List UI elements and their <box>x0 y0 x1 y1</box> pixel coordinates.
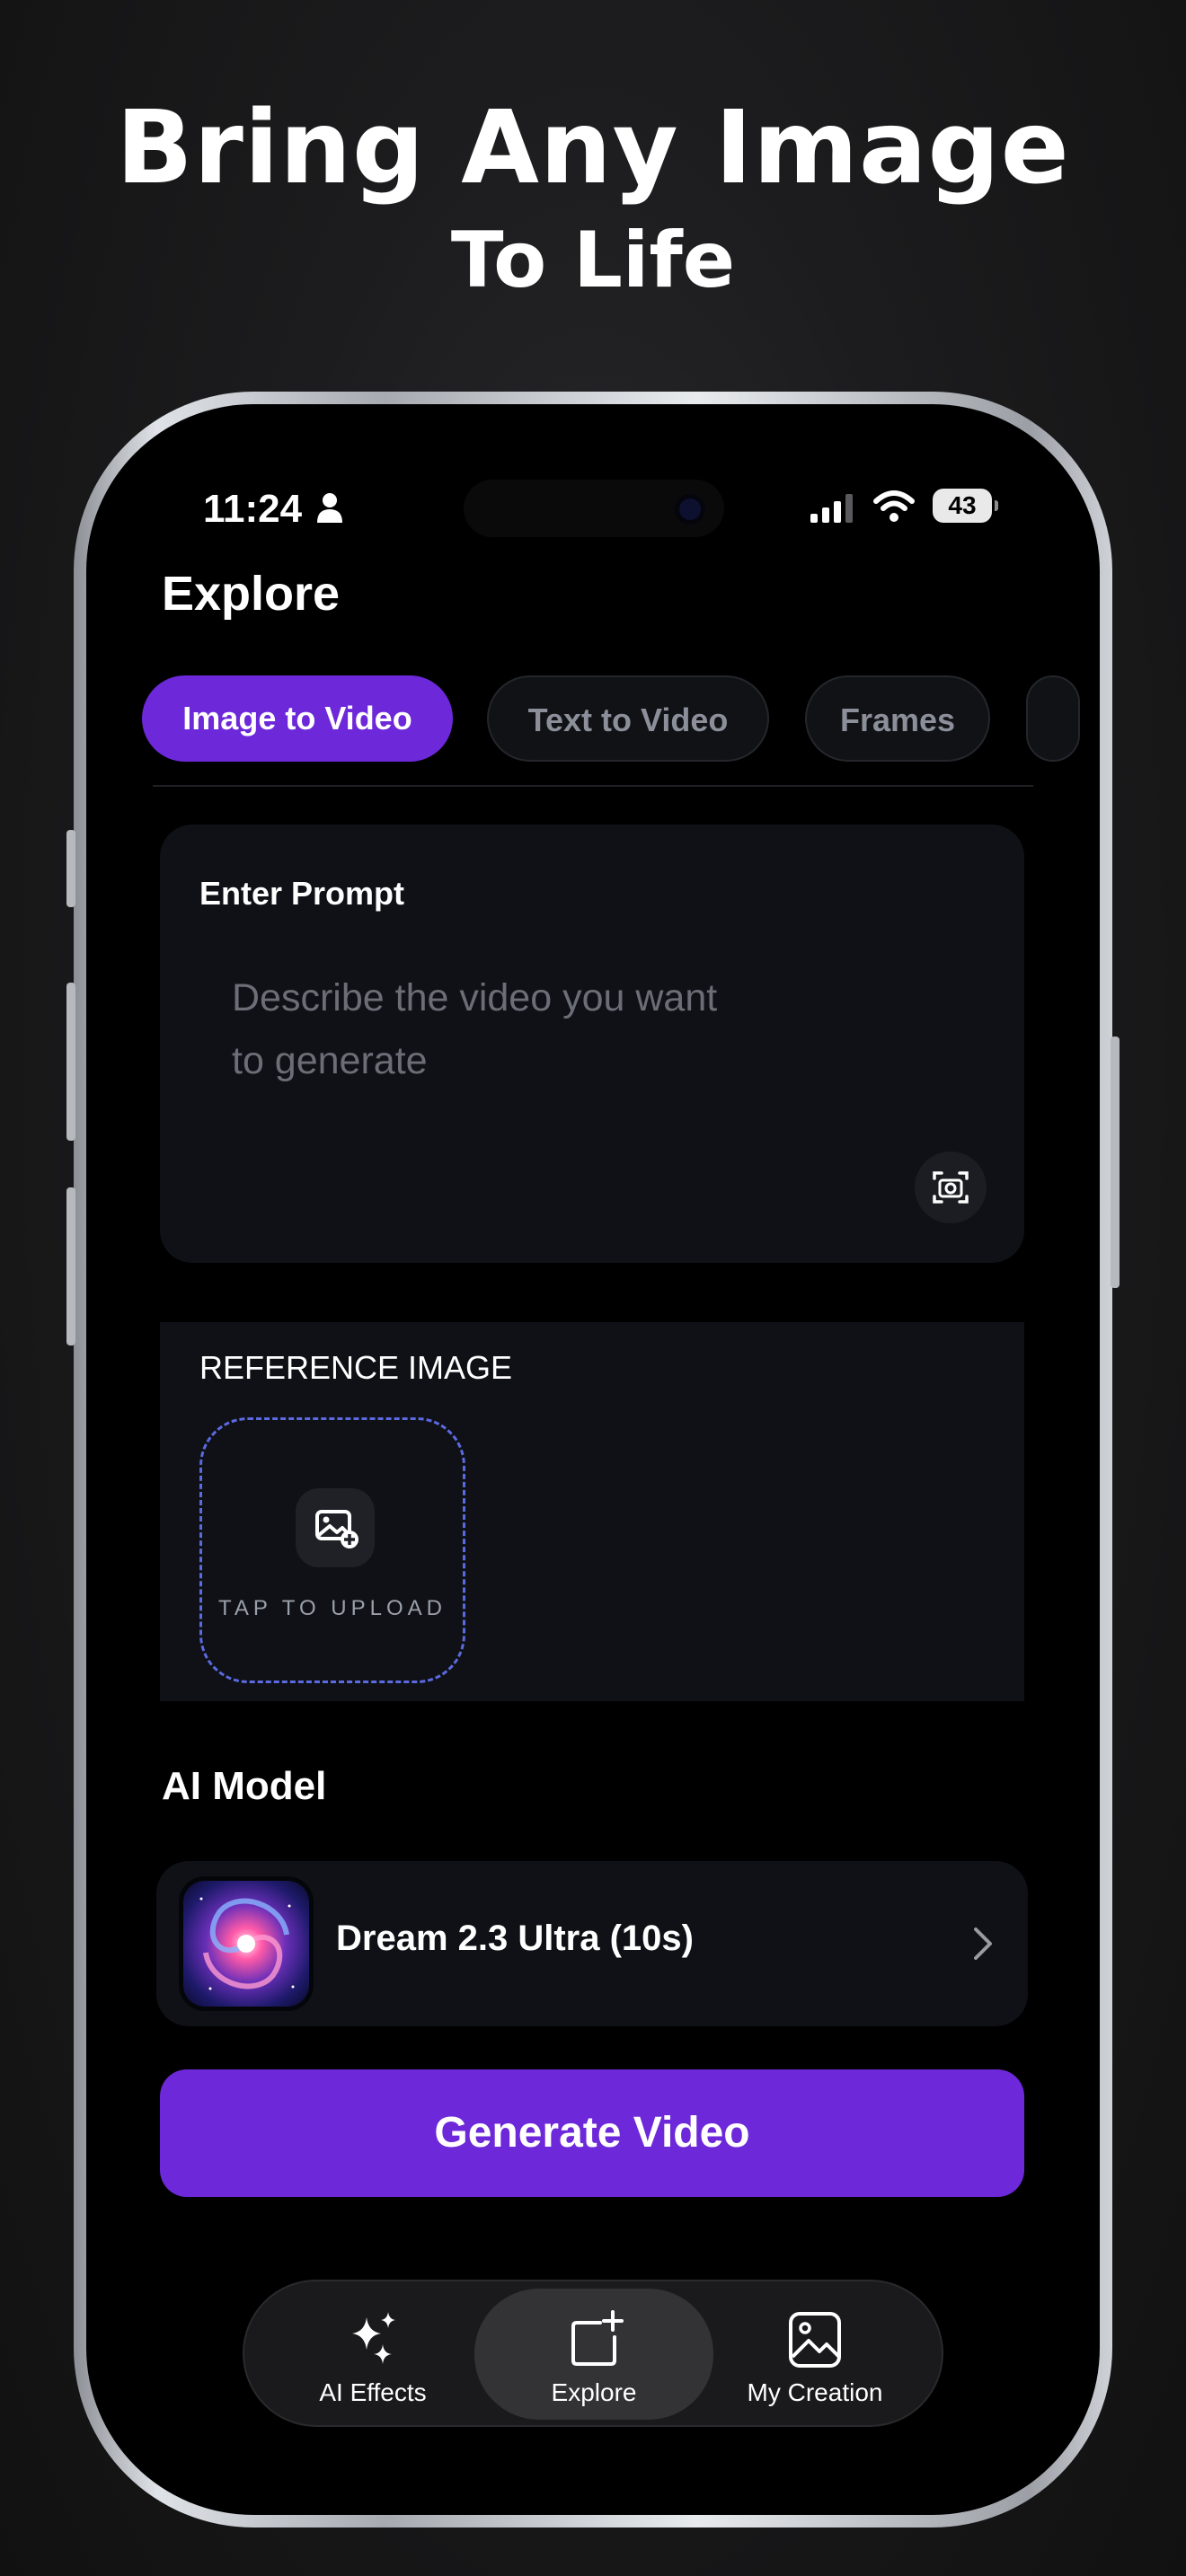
nav-ai-effects[interactable]: AI Effects <box>253 2289 492 2420</box>
galaxy-image <box>183 1881 309 2007</box>
reference-image-label: REFERENCE IMAGE <box>199 1349 513 1386</box>
status-bar: 11:24 43 <box>86 480 1100 543</box>
add-image-icon <box>315 1510 358 1548</box>
status-time: 11:24 <box>203 487 303 531</box>
camera-scan-icon <box>933 1171 969 1204</box>
battery-indicator: 43 <box>933 489 998 523</box>
side-button-power <box>1111 1037 1120 1288</box>
person-icon <box>317 493 342 523</box>
ai-model-title: AI Model <box>162 1764 327 1808</box>
prompt-card: Enter Prompt Describe the video you want… <box>160 825 1024 1263</box>
nav-my-creation[interactable]: My Creation <box>695 2289 934 2420</box>
promo-subheadline: To Life <box>450 216 736 305</box>
prompt-placeholder-line2: to generate <box>232 1039 428 1082</box>
page-title: Explore <box>162 567 341 621</box>
side-button-silent <box>66 830 75 907</box>
upload-dropzone[interactable]: TAP TO UPLOAD <box>199 1417 465 1683</box>
mode-tabs: Image to Video Text to Video Frames <box>142 675 1080 765</box>
tab-text-to-video[interactable]: Text to Video <box>487 675 769 762</box>
chevron-right-icon <box>974 1928 992 1960</box>
side-button-volume-up <box>66 983 75 1141</box>
side-button-volume-down <box>66 1187 75 1345</box>
tab-next-partial[interactable] <box>1026 675 1080 762</box>
nav-ai-effects-label: AI Effects <box>319 2378 427 2406</box>
prompt-placeholder-line1: Describe the video you want <box>232 976 718 1019</box>
prompt-label: Enter Prompt <box>199 875 405 912</box>
upload-label: TAP TO UPLOAD <box>218 1596 447 1620</box>
nav-explore-label: Explore <box>551 2378 637 2406</box>
nav-explore[interactable]: Explore <box>474 2289 713 2420</box>
cellular-signal-icon <box>810 494 853 523</box>
image-icon <box>789 2312 841 2368</box>
upload-icon-container <box>296 1488 375 1567</box>
reference-image-card: REFERENCE IMAGE TAP TO UPLOAD <box>160 1322 1024 1701</box>
sparkles-icon <box>352 2312 395 2364</box>
ai-model-selector[interactable]: Dream 2.3 Ultra (10s) <box>156 1861 1028 2026</box>
model-name: Dream 2.3 Ultra (10s) <box>336 1919 694 1958</box>
promo-headline: Bring Any Image <box>116 90 1070 207</box>
generate-video-button[interactable]: Generate Video <box>160 2069 1024 2197</box>
tab-frames[interactable]: Frames <box>805 675 990 762</box>
nav-my-creation-label: My Creation <box>747 2378 883 2406</box>
prompt-input[interactable]: Describe the video you want to generate <box>232 966 807 1092</box>
bottom-tab-bar: AI Effects Explore My Creation <box>243 2280 943 2427</box>
add-square-icon <box>571 2310 624 2366</box>
tabs-divider <box>153 785 1033 787</box>
wifi-icon <box>873 490 915 522</box>
model-thumbnail <box>183 1881 309 2007</box>
tab-image-to-video[interactable]: Image to Video <box>142 675 453 762</box>
camera-lens-icon <box>675 494 705 525</box>
camera-scan-button[interactable] <box>915 1151 987 1223</box>
phone-screen: 11:24 43 Explore Image to Video Text to … <box>86 404 1100 2515</box>
